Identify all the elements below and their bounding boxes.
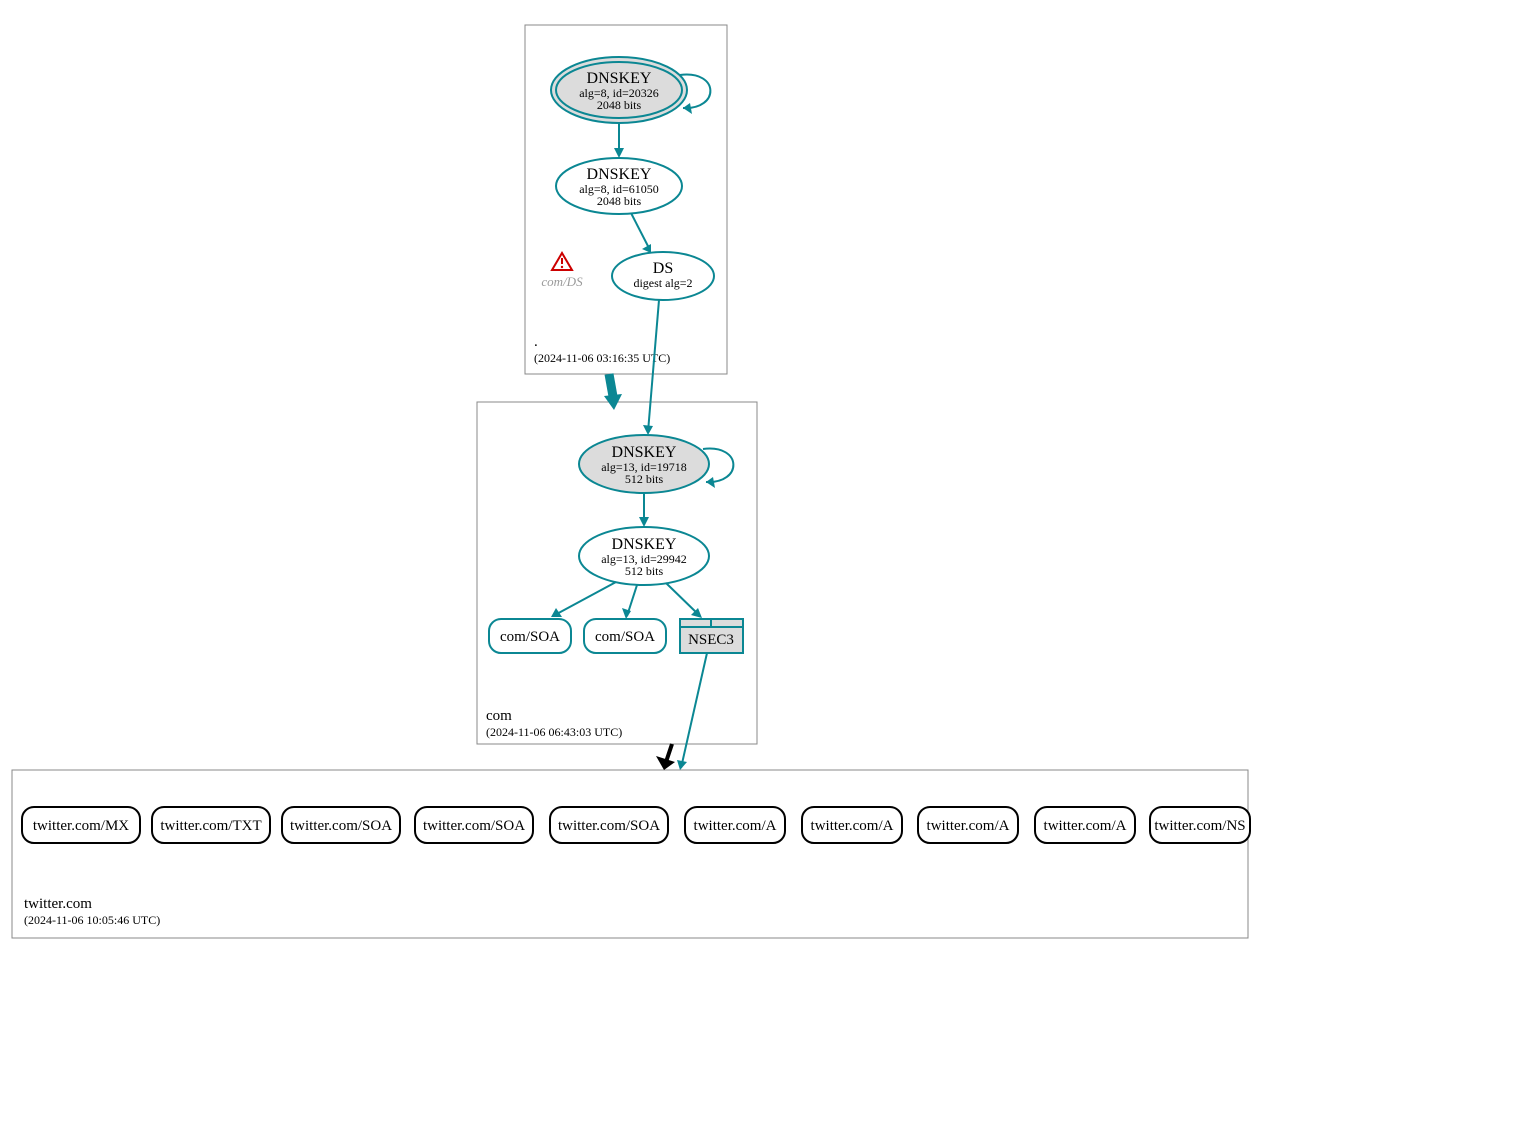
edge-com-zsk-to-nsec3 [666, 583, 700, 616]
twitter-record-9[interactable]: twitter.com/NS [1150, 807, 1250, 843]
svg-text:DNSKEY: DNSKEY [587, 166, 652, 183]
com-soa-2[interactable]: com/SOA [584, 619, 666, 653]
ds-node[interactable]: DS digest alg=2 [612, 252, 714, 300]
edge-delegation-com-to-twitter [666, 744, 672, 762]
twitter-record-4[interactable]: twitter.com/SOA [550, 807, 668, 843]
zone-twitter-box [12, 770, 1248, 938]
svg-text:DNSKEY: DNSKEY [587, 70, 652, 87]
twitter-record-8[interactable]: twitter.com/A [1035, 807, 1135, 843]
twitter-record-1[interactable]: twitter.com/TXT [152, 807, 270, 843]
svg-text:2048 bits: 2048 bits [597, 98, 642, 112]
zone-com-timestamp: (2024-11-06 06:43:03 UTC) [486, 725, 622, 739]
svg-text:twitter.com/A: twitter.com/A [694, 818, 777, 834]
dnskey-root-zsk[interactable]: DNSKEY alg=8, id=61050 2048 bits [556, 158, 682, 214]
twitter-record-5[interactable]: twitter.com/A [685, 807, 785, 843]
dnskey-root-ksk[interactable]: DNSKEY alg=8, id=20326 2048 bits [551, 57, 687, 123]
edge-nsec3-to-twitter [681, 653, 707, 768]
twitter-record-3[interactable]: twitter.com/SOA [415, 807, 533, 843]
nsec3-node[interactable]: NSEC3 [680, 619, 743, 653]
svg-text:512 bits: 512 bits [625, 472, 664, 486]
zone-com-label: com [486, 708, 512, 724]
twitter-record-6[interactable]: twitter.com/A [802, 807, 902, 843]
svg-text:twitter.com/MX: twitter.com/MX [33, 818, 129, 834]
svg-text:twitter.com/SOA: twitter.com/SOA [423, 818, 525, 834]
svg-text:NSEC3: NSEC3 [688, 632, 734, 648]
svg-text:twitter.com/NS: twitter.com/NS [1154, 818, 1245, 834]
svg-text:twitter.com/SOA: twitter.com/SOA [290, 818, 392, 834]
dnssec-diagram: . (2024-11-06 03:16:35 UTC) DNSKEY alg=8… [0, 0, 1519, 1128]
svg-text:com/SOA: com/SOA [595, 629, 655, 645]
zone-twitter-timestamp: (2024-11-06 10:05:46 UTC) [24, 913, 160, 927]
svg-text:com/SOA: com/SOA [500, 629, 560, 645]
svg-text:digest alg=2: digest alg=2 [633, 276, 692, 290]
com-soa-1[interactable]: com/SOA [489, 619, 571, 653]
svg-text:twitter.com/SOA: twitter.com/SOA [558, 818, 660, 834]
dnskey-com-ksk[interactable]: DNSKEY alg=13, id=19718 512 bits [579, 435, 709, 493]
svg-text:DNSKEY: DNSKEY [612, 536, 677, 553]
twitter-record-2[interactable]: twitter.com/SOA [282, 807, 400, 843]
dnskey-com-zsk[interactable]: DNSKEY alg=13, id=29942 512 bits [579, 527, 709, 585]
svg-text:twitter.com/A: twitter.com/A [811, 818, 894, 834]
svg-text:com/DS: com/DS [541, 274, 583, 289]
zone-root-label: . [534, 334, 538, 350]
svg-text:DNSKEY: DNSKEY [612, 444, 677, 461]
svg-text:512 bits: 512 bits [625, 564, 664, 578]
warning-com-ds[interactable]: com/DS [541, 253, 583, 289]
zone-twitter-label: twitter.com [24, 896, 92, 912]
twitter-record-7[interactable]: twitter.com/A [918, 807, 1018, 843]
svg-text:2048 bits: 2048 bits [597, 194, 642, 208]
edge-root-zsk-to-ds [631, 213, 650, 250]
edge-ds-to-com-ksk [648, 300, 659, 432]
svg-text:twitter.com/A: twitter.com/A [927, 818, 1010, 834]
svg-text:twitter.com/A: twitter.com/A [1044, 818, 1127, 834]
svg-text:DS: DS [653, 260, 673, 277]
edge-com-zsk-to-soa1 [553, 582, 616, 616]
zone-root-timestamp: (2024-11-06 03:16:35 UTC) [534, 351, 670, 365]
twitter-record-0[interactable]: twitter.com/MX [22, 807, 140, 843]
svg-text:twitter.com/TXT: twitter.com/TXT [160, 818, 261, 834]
